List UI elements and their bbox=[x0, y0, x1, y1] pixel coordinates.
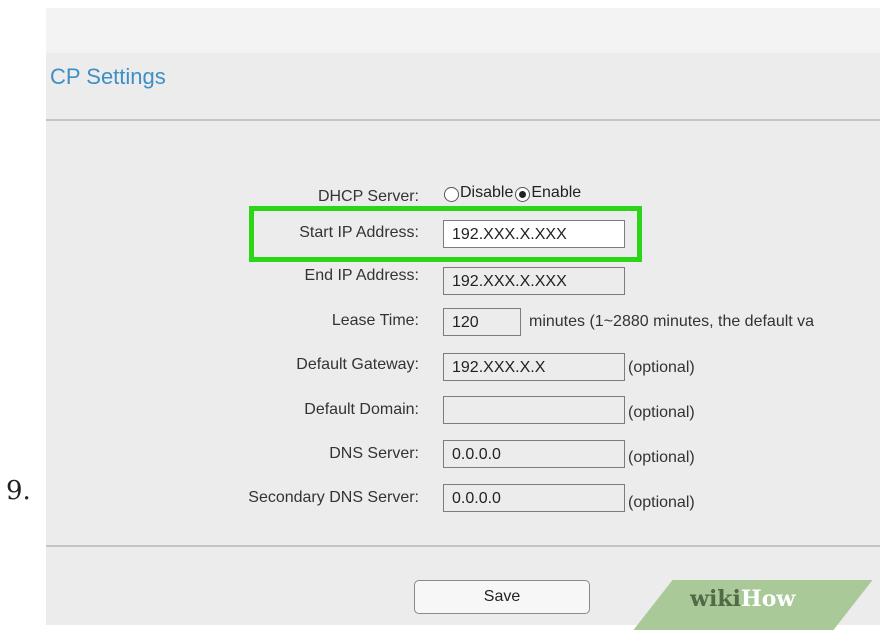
dns-server-label: DNS Server: bbox=[329, 445, 419, 462]
lease-time-input[interactable]: 120 bbox=[443, 308, 521, 336]
dhcp-server-label: DHCP Server: bbox=[317, 188, 419, 205]
secondary-dns-optional: (optional) bbox=[628, 494, 695, 511]
dhcp-enable-label[interactable]: Enable bbox=[531, 184, 581, 202]
end-ip-label: End IP Address: bbox=[304, 267, 419, 284]
lease-time-label: Lease Time: bbox=[331, 312, 419, 329]
default-gateway-input[interactable]: 192.XXX.X.X bbox=[443, 353, 625, 381]
default-gateway-optional: (optional) bbox=[628, 359, 695, 376]
dns-server-input[interactable]: 0.0.0.0 bbox=[443, 440, 625, 468]
dhcp-disable-radio[interactable] bbox=[444, 186, 459, 202]
start-ip-highlight-box bbox=[249, 206, 642, 262]
end-ip-input[interactable]: 192.XXX.X.XXX bbox=[443, 267, 625, 295]
dhcp-disable-label[interactable]: Disable bbox=[460, 184, 513, 202]
dhcp-settings-panel: CP Settings DHCP Server: Disable Enable … bbox=[46, 8, 880, 625]
top-strip bbox=[46, 8, 880, 53]
step-number: 9. bbox=[6, 476, 31, 506]
secondary-dns-input[interactable]: 0.0.0.0 bbox=[443, 484, 625, 512]
secondary-dns-label: Secondary DNS Server: bbox=[248, 489, 419, 506]
default-domain-label: Default Domain: bbox=[304, 401, 419, 418]
default-domain-input[interactable] bbox=[443, 396, 625, 424]
wikihow-how-text: How bbox=[740, 586, 796, 612]
default-gateway-label: Default Gateway: bbox=[296, 356, 419, 373]
lease-time-note: minutes (1~2880 minutes, the default va bbox=[529, 313, 815, 330]
divider-bottom bbox=[46, 545, 880, 547]
save-button[interactable]: Save bbox=[414, 580, 590, 614]
dhcp-enable-radio[interactable] bbox=[515, 186, 531, 202]
page-title: CP Settings bbox=[50, 64, 166, 89]
dns-server-optional: (optional) bbox=[628, 449, 695, 466]
wikihow-watermark: wikiHow bbox=[690, 586, 795, 612]
divider-top bbox=[46, 119, 880, 121]
dhcp-server-radio-group: Disable Enable bbox=[444, 184, 583, 202]
default-domain-optional: (optional) bbox=[628, 404, 695, 421]
wikihow-wiki-text: wiki bbox=[690, 586, 741, 612]
